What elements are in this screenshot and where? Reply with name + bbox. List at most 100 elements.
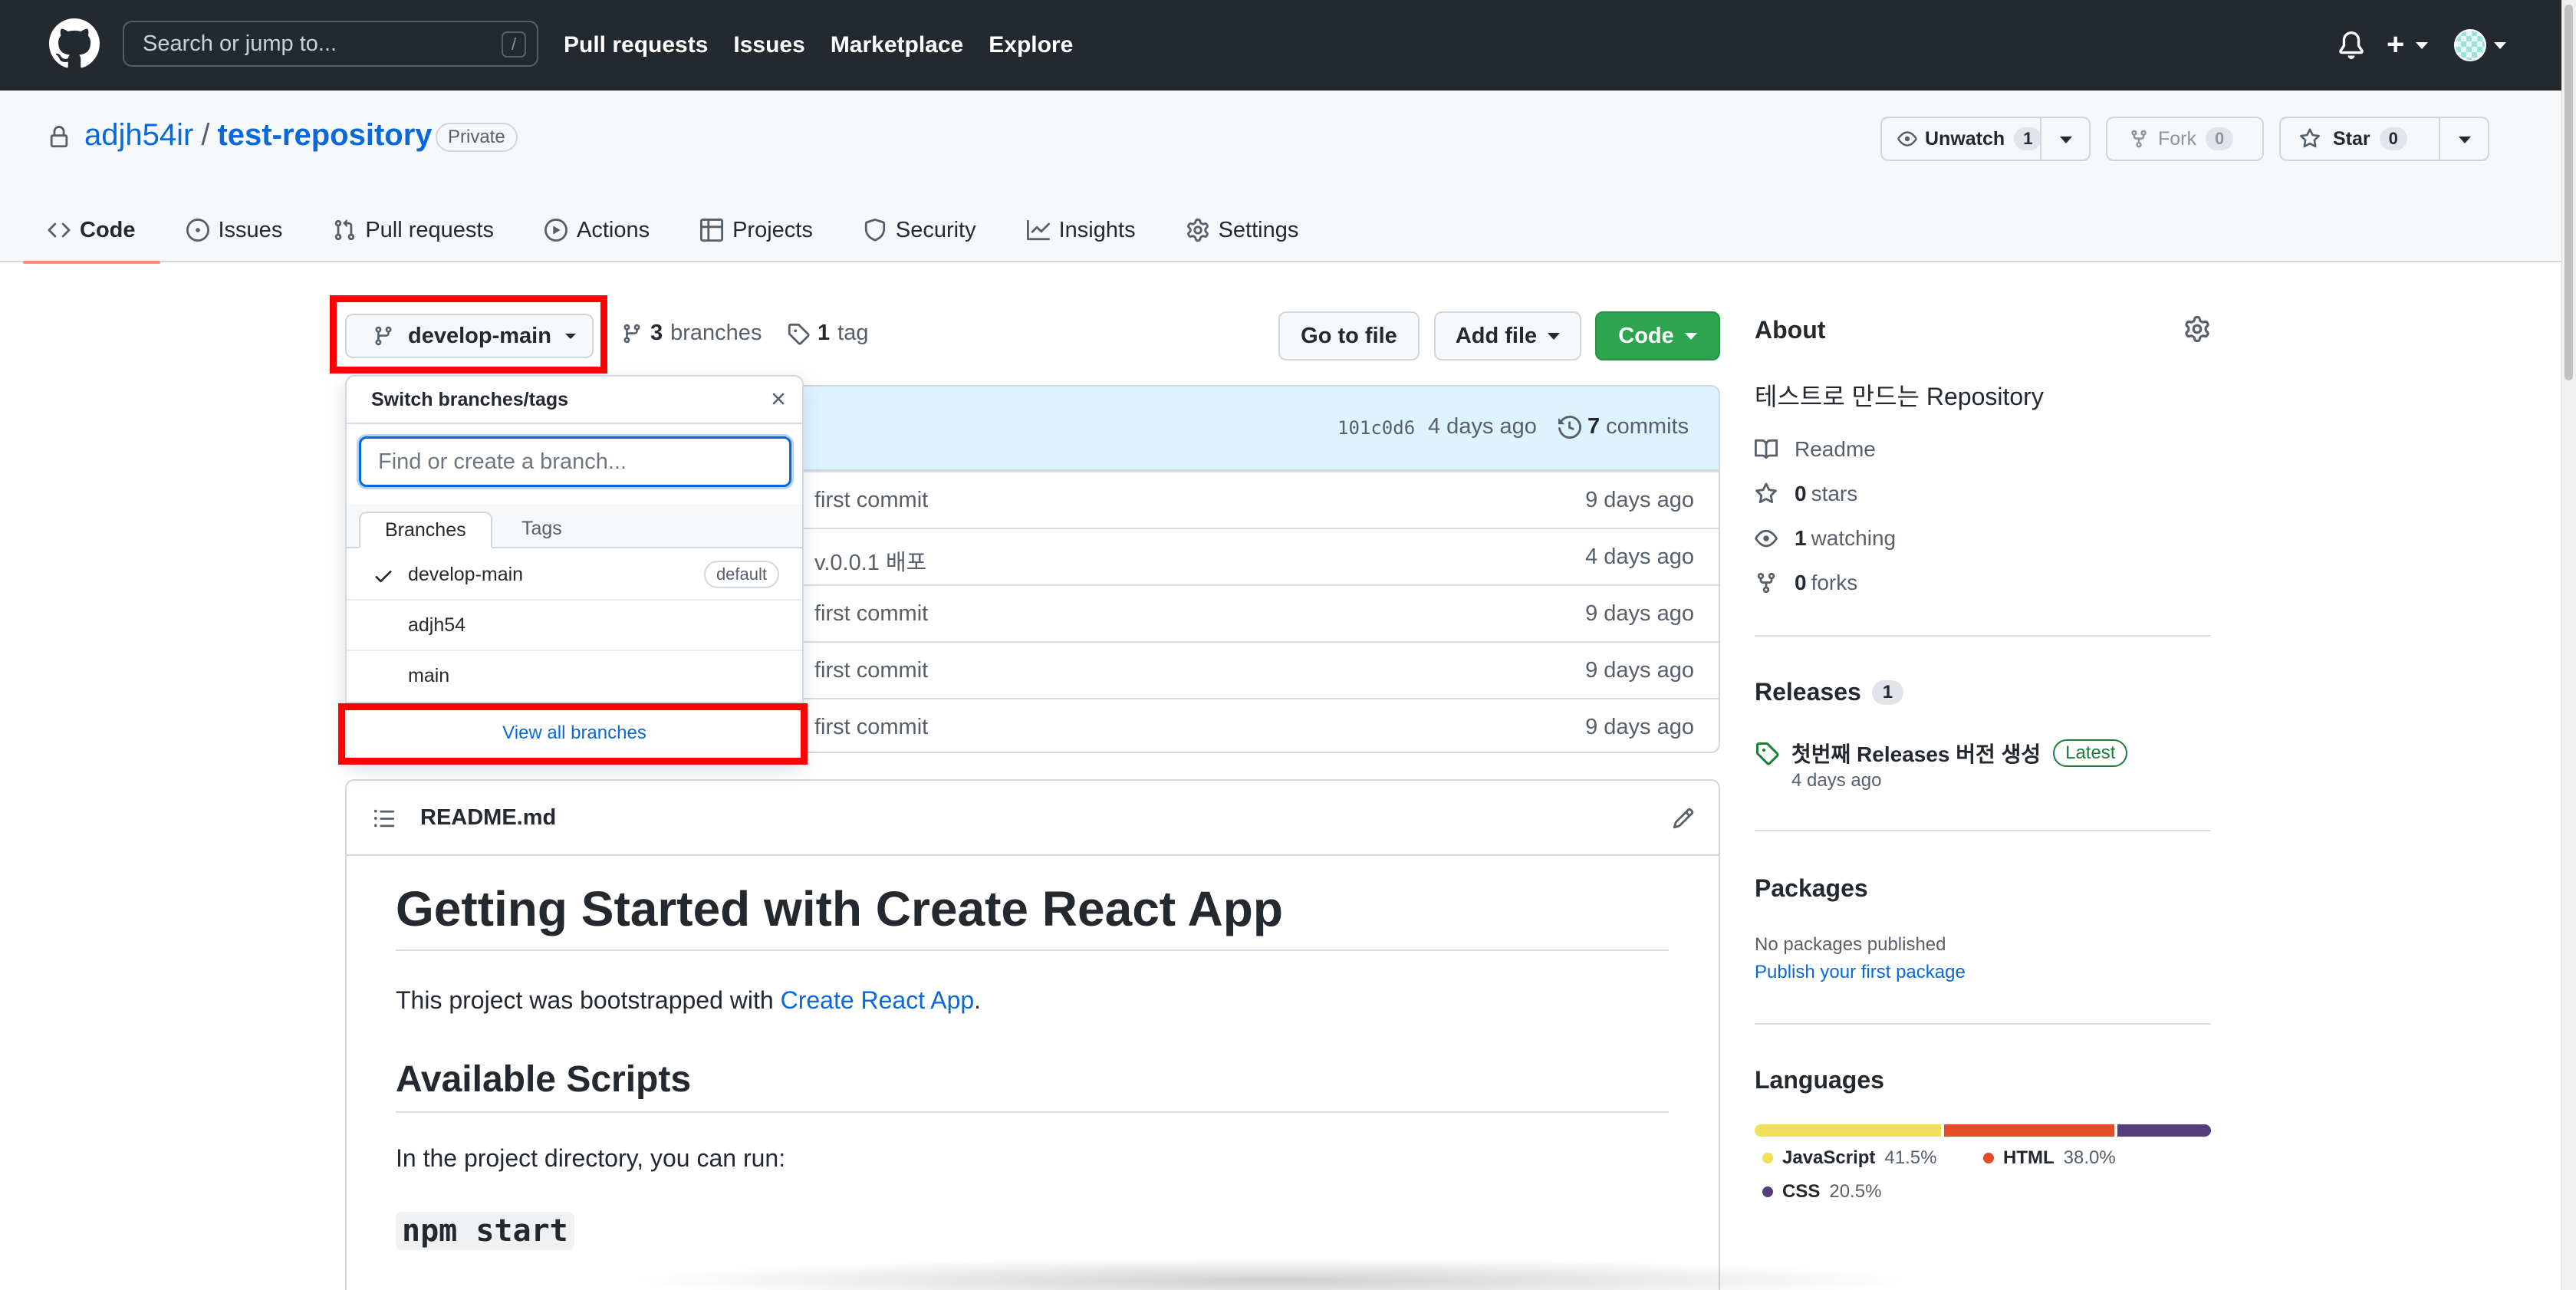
nav-marketplace[interactable]: Marketplace	[831, 32, 963, 58]
readme-filename[interactable]: README.md	[420, 805, 556, 831]
star-button[interactable]: Star 0	[2279, 117, 2489, 161]
tab-label: Pull requests	[365, 217, 494, 242]
repo-owner-link[interactable]: adjh54ir	[84, 118, 193, 153]
repo-name-link[interactable]: test-repository	[217, 118, 432, 153]
divider	[1755, 1023, 2211, 1025]
watch-count: 1	[2014, 127, 2042, 150]
forks-count: 0	[1795, 571, 1807, 594]
language-javascript[interactable]: JavaScript 41.5%	[1762, 1147, 1936, 1169]
fork-button[interactable]: Fork 0	[2106, 117, 2264, 161]
list-icon[interactable]	[373, 807, 396, 830]
commits-link[interactable]: 7 commits	[1558, 414, 1689, 439]
branch-icon	[623, 324, 640, 343]
star-icon	[2300, 128, 2320, 148]
tab-insights[interactable]: Insights	[1026, 198, 1136, 262]
pencil-icon[interactable]	[1672, 807, 1695, 830]
forks-link[interactable]: 0 forks	[1755, 571, 1857, 595]
scrollbar-thumb[interactable]	[2564, 5, 2573, 380]
readme-text: This project was bootstrapped with	[396, 986, 781, 1014]
language-color-dot	[1762, 1186, 1773, 1197]
star-caret-icon[interactable]	[2459, 137, 2471, 143]
branches-link[interactable]: 3 branches	[621, 321, 762, 346]
go-to-file-button[interactable]: Go to file	[1278, 311, 1420, 360]
releases-title: Releases	[1755, 678, 1861, 706]
watching-count: 1	[1795, 526, 1807, 550]
add-file-button[interactable]: Add file	[1434, 311, 1581, 360]
divider	[1755, 830, 2211, 831]
branch-name: adjh54	[408, 614, 466, 636]
commit-age: 9 days ago	[1585, 715, 1694, 739]
nav-issues[interactable]: Issues	[733, 32, 804, 58]
create-new-plus-icon[interactable]: +	[2387, 29, 2404, 60]
tab-tags[interactable]: Tags	[497, 512, 587, 548]
tab-settings[interactable]: Settings	[1186, 198, 1298, 262]
releases-heading[interactable]: Releases 1	[1755, 678, 1904, 706]
repo-tabs: Code Issues Pull requests Actions Projec…	[23, 198, 1349, 264]
commit-message[interactable]: v.0.0.1 배포	[814, 545, 926, 577]
tab-actions[interactable]: Actions	[544, 198, 650, 262]
readme-header: README.md	[347, 781, 1719, 856]
tab-branches[interactable]: Branches	[359, 512, 492, 548]
avatar-caret-icon[interactable]	[2494, 42, 2506, 49]
commit-message[interactable]: first commit	[814, 715, 928, 740]
publish-package-link[interactable]: Publish your first package	[1755, 962, 1966, 983]
create-react-app-link[interactable]: Create React App	[781, 986, 975, 1014]
packages-heading[interactable]: Packages	[1755, 874, 1868, 903]
gear-icon[interactable]	[2184, 316, 2210, 342]
stars-link[interactable]: 0 stars	[1755, 482, 1857, 506]
tab-label: Actions	[576, 217, 650, 242]
tags-link[interactable]: 1 tag	[787, 321, 868, 346]
fork-count: 0	[2206, 127, 2234, 150]
commit-message[interactable]: first commit	[814, 601, 928, 627]
unwatch-divider	[2040, 118, 2041, 160]
nav-explore[interactable]: Explore	[989, 32, 1073, 58]
chevron-down-icon	[1548, 332, 1561, 340]
language-css[interactable]: CSS 20.5%	[1762, 1181, 1881, 1203]
tab-label: Code	[80, 217, 136, 242]
unwatch-caret-icon[interactable]	[2060, 137, 2072, 143]
tab-security[interactable]: Security	[864, 198, 976, 262]
latest-release[interactable]: 첫번째 Releases 버전 생성 Latest	[1755, 738, 2128, 768]
commits-count: 7	[1587, 414, 1601, 439]
tags-label: tag	[837, 321, 869, 345]
nav-pull-requests[interactable]: Pull requests	[564, 32, 708, 58]
branch-item-adjh54[interactable]: adjh54	[347, 601, 802, 651]
tab-issues[interactable]: Issues	[186, 198, 282, 262]
stars-count: 0	[1795, 482, 1807, 505]
highlight-branch-button	[330, 295, 607, 374]
code-label: Code	[1618, 323, 1674, 348]
branch-item-main[interactable]: main	[347, 651, 802, 702]
branches-count: 3	[650, 321, 663, 345]
commit-message[interactable]: first commit	[814, 658, 928, 683]
shield-icon	[864, 219, 885, 242]
user-avatar[interactable]	[2454, 29, 2486, 61]
tab-code[interactable]: Code	[23, 198, 160, 264]
tag-icon	[788, 323, 810, 345]
watching-link[interactable]: 1 watching	[1755, 526, 1896, 551]
tab-projects[interactable]: Projects	[700, 198, 813, 262]
search-input[interactable]: Search or jump to... /	[123, 21, 538, 67]
tab-pull-requests[interactable]: Pull requests	[333, 198, 494, 262]
branch-filter-input[interactable]	[359, 436, 791, 487]
commit-message[interactable]: first commit	[814, 488, 928, 513]
language-name: CSS	[1782, 1181, 1821, 1202]
commit-sha[interactable]: 101c0d6	[1337, 417, 1415, 439]
code-button[interactable]: Code	[1595, 311, 1720, 360]
create-new-caret-icon[interactable]	[2416, 42, 2428, 49]
repo-description: 테스트로 만드는 Repository	[1755, 383, 2044, 410]
add-file-label: Add file	[1455, 323, 1538, 348]
stars-label: stars	[1811, 482, 1858, 505]
repo-title: adjh54ir / test-repository	[84, 118, 433, 153]
language-color-dot	[1983, 1153, 1994, 1163]
readme-link[interactable]: Readme	[1755, 437, 1876, 462]
branch-item-develop-main[interactable]: develop-main default	[347, 550, 802, 601]
language-html[interactable]: HTML 38.0%	[1983, 1147, 2116, 1169]
eye-icon	[1897, 131, 1917, 146]
fork-icon	[1757, 572, 1775, 594]
close-icon[interactable]	[768, 389, 788, 409]
tab-label: Security	[895, 217, 976, 242]
branch-tag-tabs: Branches Tags	[347, 504, 802, 548]
notification-bell-icon[interactable]	[2337, 31, 2365, 60]
unwatch-button[interactable]: Unwatch 1	[1880, 117, 2091, 161]
github-logo-icon[interactable]	[49, 18, 100, 69]
